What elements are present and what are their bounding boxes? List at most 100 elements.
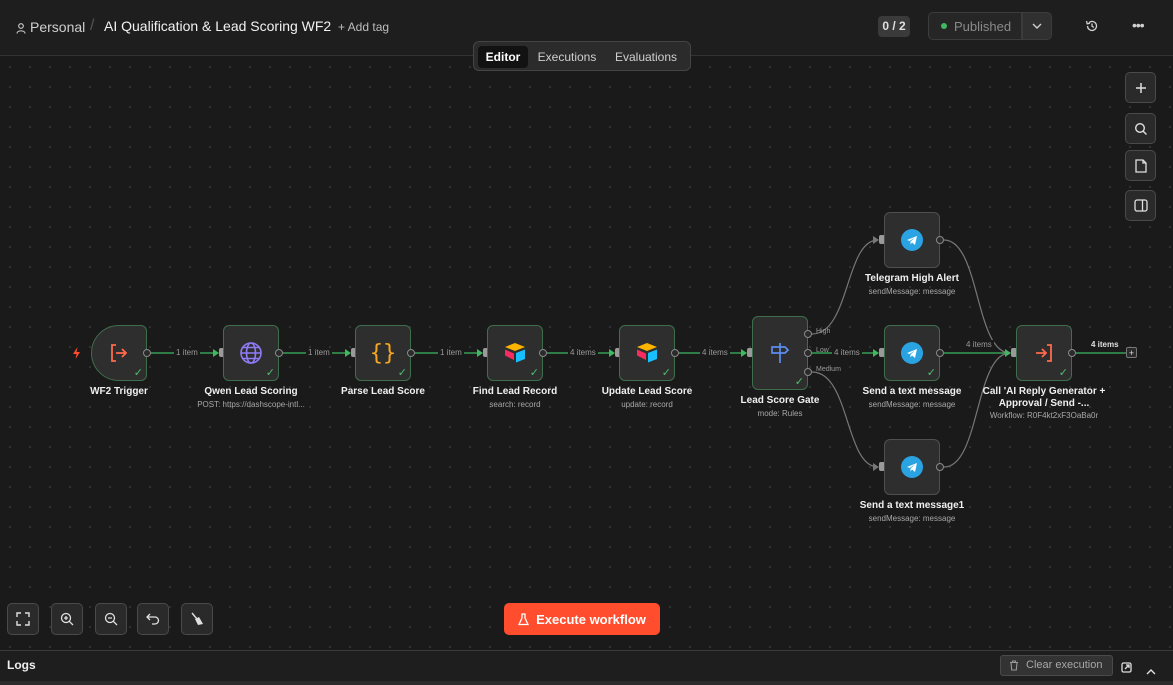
broom-icon [191,612,203,625]
node-telegram-high-alert[interactable] [884,212,940,268]
node-lead-score-gate[interactable]: ✓ [752,316,808,390]
node-title: Send a text message1 [859,500,965,511]
output-port-medium[interactable] [804,368,812,376]
history-icon[interactable] [1085,19,1099,38]
node-update-lead-score[interactable]: ✓ [619,325,675,381]
telegram-icon [901,229,923,251]
success-check-icon: ✓ [529,367,539,379]
version-counter-badge[interactable]: 0 / 2 [878,16,910,37]
edge-label: 1 item [438,348,464,357]
fit-view-icon [16,612,30,626]
success-check-icon: ✓ [926,367,936,379]
output-port[interactable] [671,349,679,357]
output-port[interactable] [936,349,944,357]
add-tag-button[interactable]: + Add tag [338,20,389,34]
output-port[interactable] [407,349,415,357]
edge-label: 4 items [1089,340,1121,349]
execute-workflow-button[interactable]: Execute workflow [504,603,660,635]
zoom-out-button[interactable] [95,603,127,635]
plus-icon [1135,82,1146,93]
sticky-note-button[interactable] [1125,150,1156,181]
output-port[interactable] [936,236,944,244]
output-port[interactable] [275,349,283,357]
output-label-low: Low [816,347,829,354]
fit-view-button[interactable] [7,603,39,635]
telegram-icon [901,456,923,478]
success-check-icon: ✓ [133,367,143,379]
more-options-icon[interactable]: ••• [1132,17,1145,33]
search-nodes-button[interactable] [1125,113,1156,144]
user-icon [16,21,26,39]
tab-evaluations[interactable]: Evaluations [606,46,686,68]
node-find-lead-record[interactable]: ✓ [487,325,543,381]
zoom-in-button[interactable] [51,603,83,635]
toggle-panel-button[interactable] [1125,190,1156,221]
node-subtitle: Workflow: R0F4kt2xF3OaBa0r [989,411,1099,420]
telegram-icon [901,342,923,364]
edge-label: 4 items [964,340,994,349]
output-port-high[interactable] [804,330,812,338]
breadcrumb-project[interactable]: Personal [30,19,85,35]
node-parse-lead-score[interactable]: {} ✓ [355,325,411,381]
success-check-icon: ✓ [397,367,407,379]
success-check-icon: ✓ [265,367,275,379]
node-title: Call 'AI Reply Generator + Approval / Se… [982,386,1106,409]
flask-icon [518,612,530,625]
edge-label: 4 items [832,348,862,357]
output-port-low[interactable] [804,349,812,357]
add-node-plus-icon[interactable]: + [1126,347,1137,358]
panel-icon [1133,199,1148,212]
tab-executions[interactable]: Executions [532,46,602,68]
search-icon [1134,122,1147,135]
edge-label: 4 items [568,348,598,357]
connection-low-call [943,352,1011,468]
output-port[interactable] [936,463,944,471]
note-icon [1134,158,1147,173]
success-check-icon: ✓ [1058,367,1068,379]
workflow-canvas[interactable]: 1 item 1 item 1 item 4 items 4 items 4 i… [0,57,1173,650]
logs-title[interactable]: Logs [7,658,36,672]
connection-high-call [943,239,1011,354]
breadcrumb-separator: / [90,17,95,34]
trash-icon [1010,660,1018,671]
zoom-out-icon [104,612,118,626]
execute-workflow-label: Execute workflow [536,611,646,627]
publish-dropdown-button[interactable] [1022,12,1052,40]
output-port[interactable] [539,349,547,357]
chevron-up-icon[interactable] [1146,662,1156,680]
view-tabs: Editor Executions Evaluations [473,41,691,71]
output-label-medium: Medium [816,366,841,373]
clear-execution-button[interactable]: Clear execution [1000,655,1113,676]
node-subtitle: sendMessage: message [868,514,956,523]
node-send-text-message[interactable]: ✓ [884,325,940,381]
clear-execution-label: Clear execution [1026,659,1103,671]
published-button[interactable]: Published [928,12,1022,40]
node-subtitle: sendMessage: message [868,287,956,296]
tidy-up-button[interactable] [181,603,213,635]
undo-button[interactable] [137,603,169,635]
node-call-ai-reply-generator[interactable]: ✓ [1016,325,1072,381]
logs-panel: Logs Clear execution [0,650,1173,685]
node-send-text-message1[interactable] [884,439,940,495]
edge-label: 1 item [306,348,332,357]
tab-editor[interactable]: Editor [478,46,528,68]
output-label-high: High [816,328,831,335]
node-title: Telegram High Alert [865,273,959,284]
popout-icon[interactable] [1121,660,1132,678]
trigger-bolt-icon [72,346,81,364]
status-dot [941,23,947,29]
output-port[interactable] [143,349,151,357]
node-subtitle: POST: https://dashscope-intl... [197,400,305,409]
node-subtitle: mode: Rules [757,409,803,418]
add-node-button[interactable] [1125,72,1156,103]
edge-label: 1 item [174,348,200,357]
published-label: Published [954,19,1012,34]
workflow-title[interactable]: AI Qualification & Lead Scoring WF2 [104,18,331,34]
node-wf2-trigger[interactable]: ✓ [91,325,147,381]
zoom-in-icon [60,612,74,626]
edge-label: 4 items [700,348,730,357]
success-check-icon: ✓ [661,367,671,379]
output-port[interactable] [1068,349,1076,357]
chevron-down-icon [1032,23,1042,29]
node-qwen-lead-scoring[interactable]: ✓ [223,325,279,381]
